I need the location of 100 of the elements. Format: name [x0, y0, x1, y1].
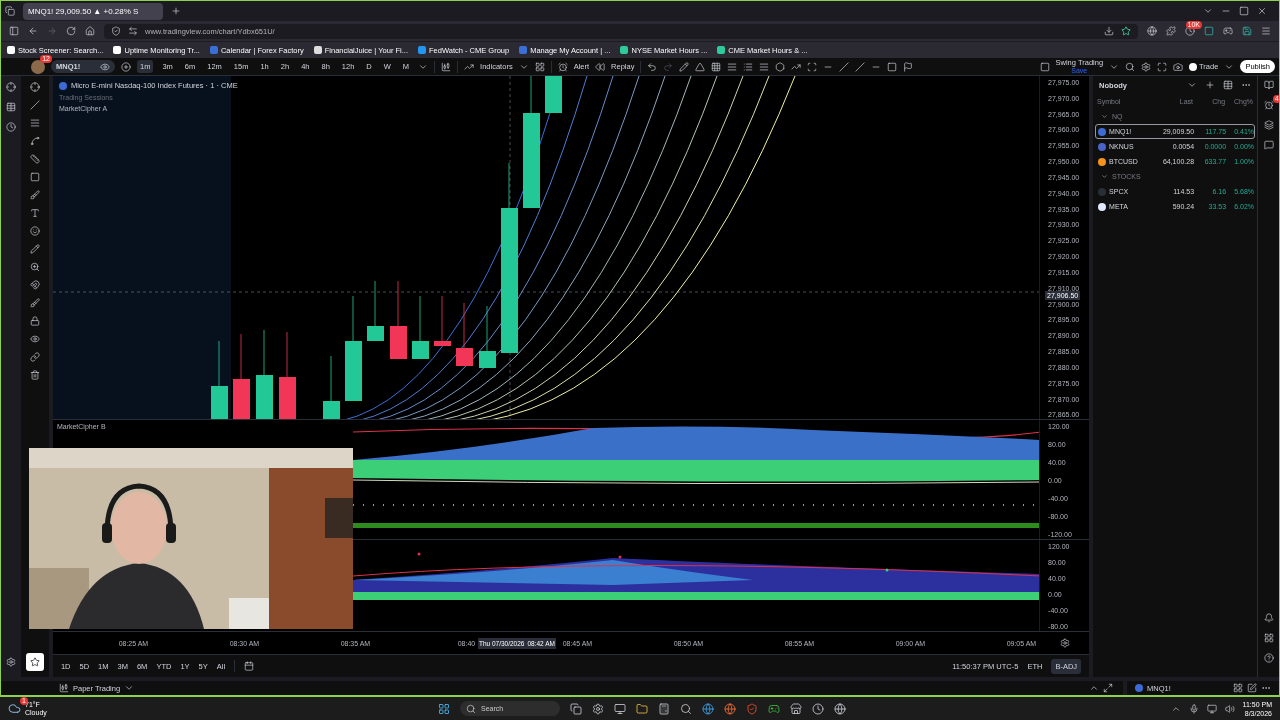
task-view-icon[interactable]	[570, 702, 582, 715]
store-icon[interactable]	[790, 702, 802, 715]
menu-icon[interactable]	[1261, 26, 1271, 36]
monitor-icon[interactable]	[614, 702, 626, 715]
zoom-in-icon[interactable]	[29, 262, 40, 272]
pattern-icon[interactable]	[29, 136, 40, 146]
calendar-icon[interactable]	[244, 661, 255, 671]
checkbox-icon[interactable]	[1039, 61, 1050, 72]
home-icon[interactable]	[85, 26, 95, 36]
grid-icon[interactable]	[711, 61, 722, 72]
triangle-icon[interactable]	[695, 61, 706, 72]
edit-icon[interactable]	[1247, 683, 1257, 693]
lock-icon[interactable]	[29, 316, 40, 326]
help-icon[interactable]	[1263, 653, 1274, 663]
sidebar-icon[interactable]	[9, 26, 19, 36]
extension-icon[interactable]	[1204, 26, 1214, 36]
browser-tab[interactable]: MNQ1! 29,009.50 ▲ +0.28% S	[23, 2, 163, 20]
bell-icon[interactable]	[1263, 613, 1274, 623]
chevron-down-icon[interactable]	[1187, 80, 1198, 90]
calculator-icon[interactable]	[658, 702, 670, 715]
expand-icon[interactable]	[1103, 683, 1113, 693]
frame-icon[interactable]	[807, 61, 818, 72]
eye-icon[interactable]	[29, 334, 40, 344]
globe-icon[interactable]	[1147, 26, 1157, 36]
grid-icon[interactable]	[1233, 683, 1243, 693]
download-icon[interactable]	[1104, 26, 1114, 36]
table-icon[interactable]	[1223, 80, 1234, 90]
folder-icon[interactable]	[636, 702, 648, 715]
camera-icon[interactable]	[1173, 61, 1184, 72]
alarm-icon[interactable]	[557, 61, 568, 72]
favorites-button[interactable]	[25, 653, 44, 671]
brush-icon[interactable]	[29, 190, 40, 200]
browser-icon[interactable]	[724, 702, 736, 715]
add-symbol-icon[interactable]	[121, 61, 131, 72]
chevron-down-icon[interactable]	[1101, 113, 1109, 120]
trend-line-icon[interactable]	[29, 100, 40, 110]
maximize-icon[interactable]	[1239, 6, 1249, 16]
display-icon[interactable]	[1206, 703, 1217, 714]
gamepad-icon[interactable]	[1223, 26, 1233, 36]
chat-icon[interactable]	[1263, 140, 1274, 150]
clock-icon[interactable]	[812, 702, 824, 715]
rectangle-icon[interactable]	[29, 172, 40, 182]
trash-icon[interactable]	[29, 370, 40, 380]
smile-icon[interactable]	[29, 226, 40, 236]
crosshair-icon[interactable]	[29, 82, 40, 92]
watchlist-icon[interactable]	[1263, 80, 1274, 90]
new-tab-icon[interactable]	[171, 6, 181, 16]
layers-icon[interactable]	[1263, 120, 1274, 130]
chevron-down-icon[interactable]	[1101, 173, 1109, 180]
brush-icon[interactable]	[29, 298, 40, 308]
settings-icon[interactable]	[1060, 638, 1070, 649]
link-icon[interactable]	[29, 352, 40, 362]
back-icon[interactable]	[28, 26, 38, 36]
undo-icon[interactable]	[647, 61, 658, 72]
line-icon[interactable]	[855, 61, 866, 72]
start-icon[interactable]	[438, 702, 450, 715]
ruler-icon[interactable]	[29, 154, 40, 164]
hexagon-icon[interactable]	[775, 61, 786, 72]
close-icon[interactable]	[1257, 6, 1267, 16]
mic-icon[interactable]	[1188, 703, 1199, 714]
reload-icon[interactable]	[66, 26, 76, 36]
magnifier-icon[interactable]	[680, 702, 692, 715]
candles-icon[interactable]	[441, 61, 452, 72]
extension-icon[interactable]	[1166, 26, 1176, 36]
pencil-icon[interactable]	[679, 61, 690, 72]
lines-icon[interactable]	[759, 61, 770, 72]
pencil-icon[interactable]	[29, 244, 40, 254]
browser-icon[interactable]	[702, 702, 714, 715]
extension-icon[interactable]	[1185, 26, 1195, 36]
lines-icon[interactable]	[29, 118, 40, 128]
settings-icon[interactable]	[6, 657, 16, 667]
magnet-icon[interactable]	[29, 280, 40, 290]
table-icon[interactable]	[6, 102, 16, 112]
trend-icon[interactable]	[791, 61, 802, 72]
cloud-icon[interactable]	[8, 702, 21, 715]
search-icon[interactable]	[1125, 61, 1136, 72]
alarm-icon[interactable]	[1263, 100, 1274, 110]
globe-icon[interactable]	[834, 702, 846, 715]
star-icon[interactable]	[29, 657, 40, 667]
add-icon[interactable]	[1205, 80, 1216, 90]
lines-icon[interactable]	[727, 61, 738, 72]
shield-icon[interactable]	[746, 702, 758, 715]
indicators-icon[interactable]	[464, 61, 475, 72]
fullscreen-icon[interactable]	[1157, 61, 1168, 72]
rectangle-icon[interactable]	[887, 61, 898, 72]
save-icon[interactable]	[1242, 26, 1252, 36]
tabs-icon[interactable]	[5, 6, 15, 16]
rewind-icon[interactable]	[595, 61, 606, 72]
line-icon[interactable]	[839, 61, 850, 72]
list-icon[interactable]	[743, 61, 754, 72]
grid-icon[interactable]	[534, 61, 545, 72]
history-icon[interactable]	[6, 122, 16, 132]
volume-icon[interactable]	[1224, 703, 1235, 714]
apps-icon[interactable]	[1263, 633, 1274, 643]
avatar[interactable]	[31, 59, 45, 74]
chevron-down-icon[interactable]	[1203, 6, 1213, 16]
gamepad-icon[interactable]	[768, 702, 780, 715]
settings-icon[interactable]	[592, 702, 604, 715]
text-icon[interactable]	[29, 208, 40, 218]
eye-icon[interactable]	[100, 61, 110, 72]
